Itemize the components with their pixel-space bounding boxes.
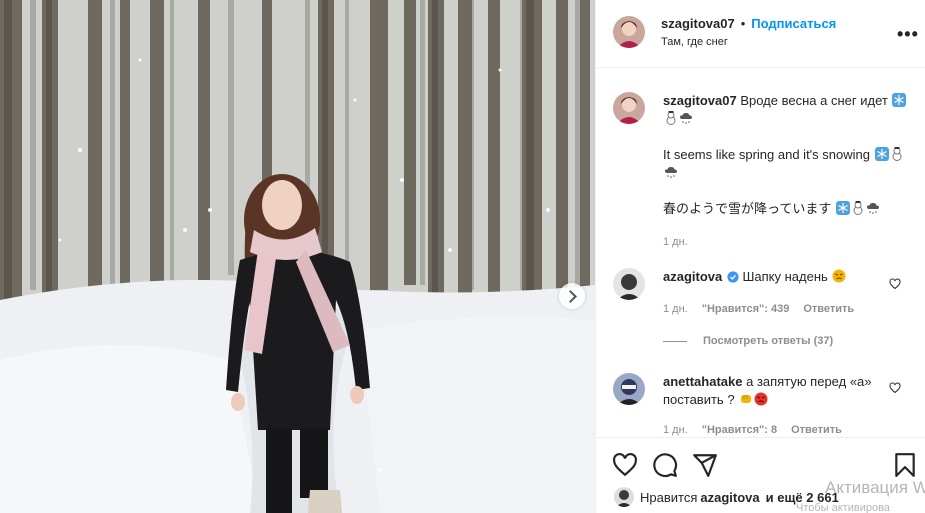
comment-avatar[interactable] (613, 268, 645, 300)
more-options-icon[interactable]: ••• (897, 24, 919, 45)
reply-button[interactable]: Ответить (803, 303, 854, 315)
activation-watermark-sub: Чтобы активирова (796, 502, 890, 513)
separator-dot: • (740, 16, 746, 31)
avatar[interactable] (613, 16, 645, 48)
comment-like-icon[interactable] (889, 382, 901, 394)
caption-timestamp[interactable]: 1 дн. (663, 233, 913, 251)
caption-username[interactable]: szagitova07 (663, 93, 737, 108)
comment-meta: 1 дн. "Нравится": 439 Ответить (663, 303, 854, 315)
snowflake-icon (835, 201, 850, 215)
facepunch-icon (741, 395, 752, 403)
caption-avatar[interactable] (613, 92, 645, 124)
snowman-icon (666, 111, 676, 125)
replies-line (663, 340, 687, 342)
comment-username[interactable]: azagitova (663, 269, 722, 284)
comment-username[interactable]: anettahatake (663, 374, 742, 389)
comment-text: Шапку надень (742, 269, 828, 284)
liker-avatar[interactable] (614, 487, 634, 507)
caption-line-1: Вроде весна а снег идет (740, 93, 888, 108)
comment-item: anettahatake а запятую перед «а» постави… (663, 373, 883, 409)
location-link[interactable]: Там, где снег (661, 36, 728, 48)
rage-face-icon (754, 392, 768, 406)
comment-meta: 1 дн. "Нравится": 8 Ответить (663, 424, 842, 436)
comment-icon[interactable] (652, 452, 678, 478)
post-caption: szagitova07 Вроде весна а снег идет It s… (663, 92, 913, 251)
bookmark-icon[interactable] (892, 452, 918, 478)
reply-button[interactable]: Ответить (791, 424, 842, 436)
caption-line-2: It seems like spring and it's snowing (663, 147, 870, 162)
next-photo-button[interactable] (559, 283, 585, 309)
snowflake-icon (892, 93, 907, 107)
view-replies-button[interactable]: Посмотреть ответы (37) (663, 335, 833, 347)
heart-icon[interactable] (612, 452, 638, 478)
activation-watermark: Активация Wi (825, 478, 925, 497)
username-link[interactable]: szagitova07 (661, 16, 735, 31)
comment-time[interactable]: 1 дн. (663, 424, 688, 436)
snowflake-icon (874, 147, 889, 161)
view-replies-label: Посмотреть ответы (37) (703, 335, 834, 347)
snowman-icon (892, 147, 902, 161)
comment-likes-count[interactable]: "Нравится": 8 (702, 424, 777, 436)
comment-time[interactable]: 1 дн. (663, 303, 688, 315)
follow-button[interactable]: Подписаться (751, 16, 836, 31)
share-icon[interactable] (692, 452, 718, 478)
angry-face-icon (832, 269, 846, 283)
cloud-snow-icon (866, 203, 879, 214)
likes-prefix: Нравится (640, 489, 698, 505)
comment-likes-count[interactable]: "Нравится": 439 (702, 303, 790, 315)
comment-like-icon[interactable] (889, 278, 901, 290)
liker-username[interactable]: azagitova (700, 490, 759, 505)
verified-badge-icon (727, 271, 739, 283)
post-side-panel: szagitova07 • Подписаться Там, где снег … (595, 0, 925, 513)
caption-line-3: 春のようで雪が降っています (663, 202, 832, 217)
cloud-snow-icon (665, 167, 677, 178)
cloud-snow-icon (680, 113, 692, 124)
forest-snow-image (0, 0, 595, 513)
post-header: szagitova07 • Подписаться Там, где снег … (596, 0, 925, 68)
comment-item: azagitova Шапку надень (663, 268, 883, 286)
comment-avatar[interactable] (613, 373, 645, 405)
post-photo[interactable] (0, 0, 595, 513)
snowman-icon (853, 201, 863, 215)
